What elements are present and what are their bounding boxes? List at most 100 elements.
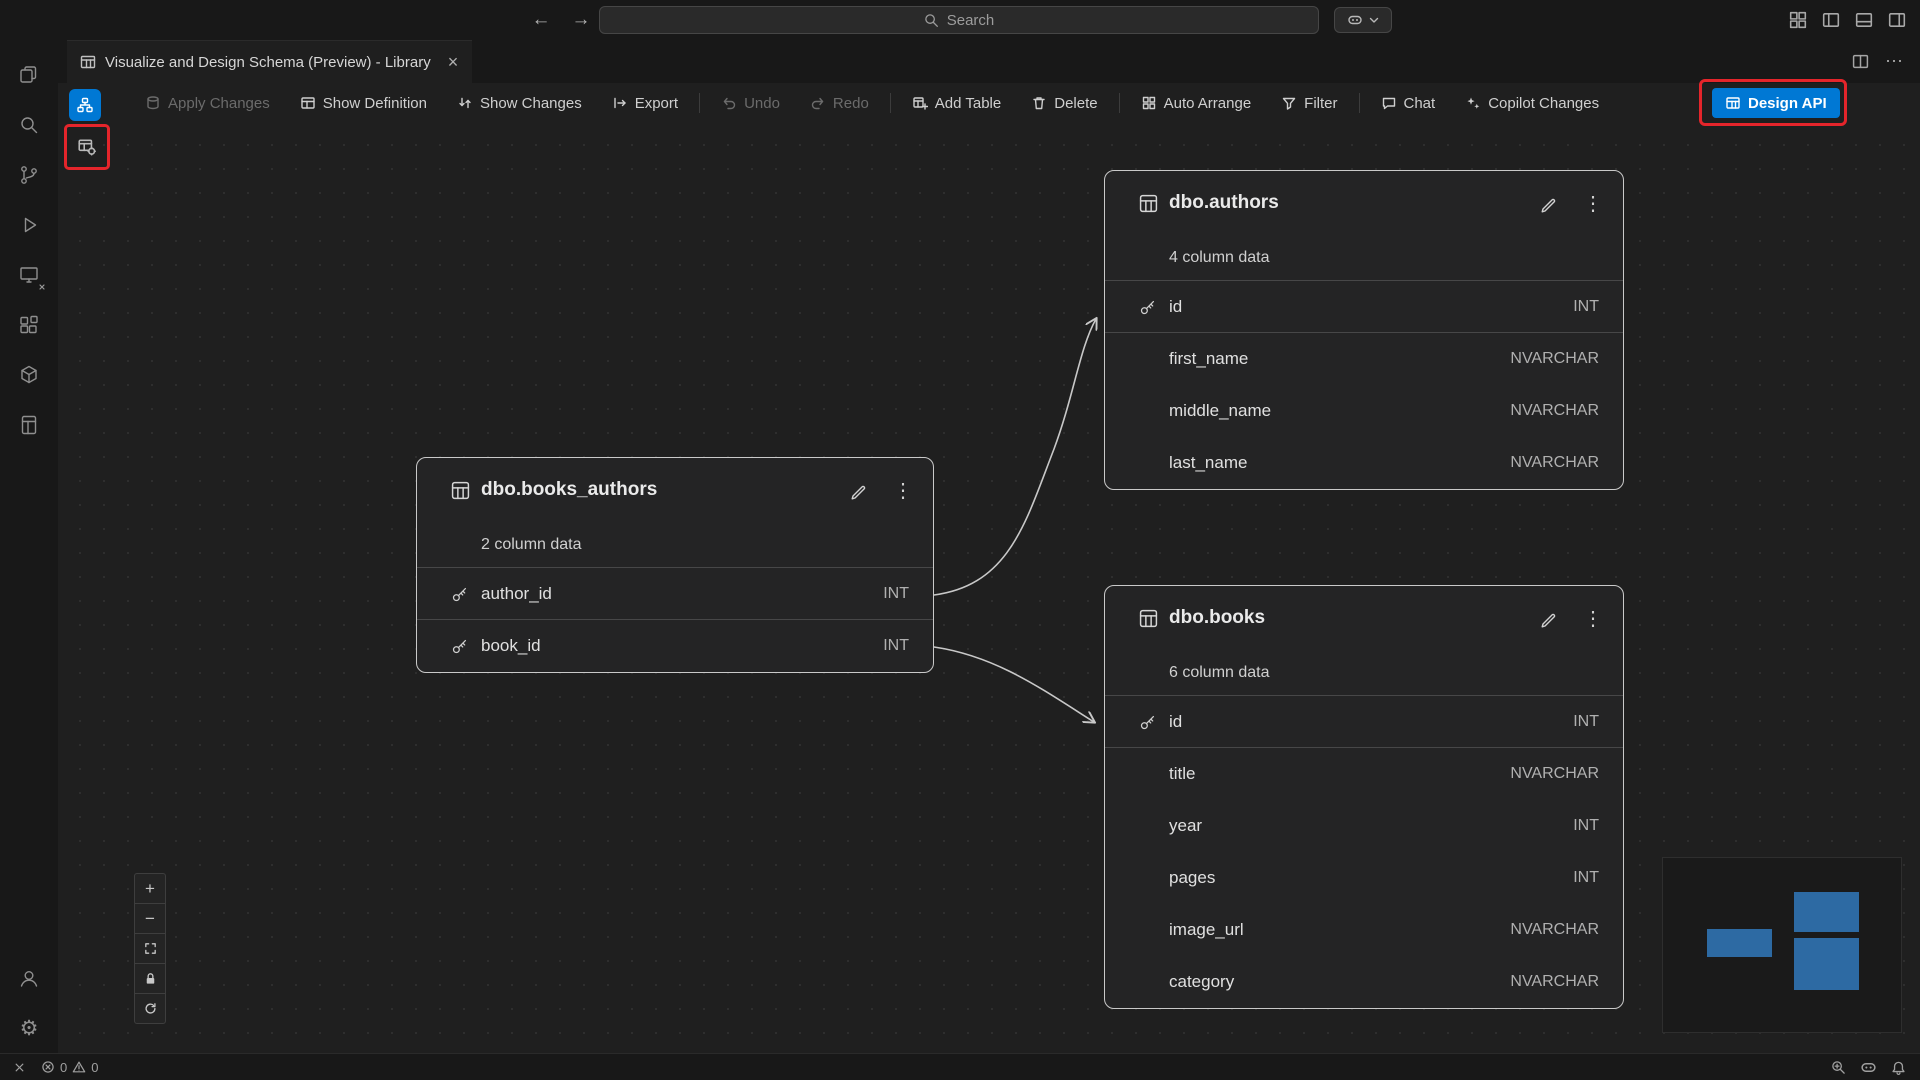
table-designer-icon[interactable] — [5, 400, 53, 450]
delete-icon — [1031, 95, 1047, 111]
fit-view-button[interactable] — [134, 933, 166, 964]
column-name: author_id — [481, 584, 552, 604]
customize-layout-icon[interactable] — [1789, 11, 1807, 29]
chevron-down-icon — [1369, 17, 1379, 24]
tab-label: Visualize and Design Schema (Preview) - … — [105, 54, 431, 71]
search-placeholder: Search — [947, 12, 995, 29]
database-projects-icon[interactable] — [5, 350, 53, 400]
zoom-out-button[interactable]: − — [134, 903, 166, 934]
table-card-header[interactable]: dbo.books_authors ⋮ — [417, 458, 933, 522]
chat-icon — [1381, 95, 1397, 111]
more-actions-icon[interactable]: ⋯ — [1885, 51, 1904, 72]
filter-label: Filter — [1304, 95, 1337, 112]
chat-button[interactable]: Chat — [1372, 90, 1445, 117]
notifications-bell-icon[interactable] — [1891, 1060, 1906, 1075]
table-row[interactable]: category NVARCHAR — [1105, 956, 1623, 1008]
column-name: year — [1169, 816, 1202, 836]
search-sidebar-icon[interactable] — [5, 100, 53, 150]
explorer-icon[interactable] — [5, 50, 53, 100]
undo-button[interactable]: Undo — [712, 90, 789, 117]
column-name: pages — [1169, 868, 1215, 888]
table-row[interactable]: middle_name NVARCHAR — [1105, 385, 1623, 437]
table-card-authors[interactable]: dbo.authors ⋮ 4 column data id INT first… — [1104, 170, 1624, 490]
account-icon[interactable] — [5, 953, 53, 1003]
redo-button[interactable]: Redo — [801, 90, 878, 117]
schema-canvas[interactable]: dbo.books_authors ⋮ 2 column data author… — [58, 123, 1920, 1053]
search-icon — [924, 13, 939, 28]
edit-table-icon[interactable] — [849, 480, 869, 500]
warnings-icon — [72, 1060, 86, 1074]
show-changes-button[interactable]: Show Changes — [448, 90, 591, 117]
status-bar: 0 0 — [0, 1053, 1920, 1080]
table-card-books-authors[interactable]: dbo.books_authors ⋮ 2 column data author… — [416, 457, 934, 673]
source-control-icon[interactable] — [5, 150, 53, 200]
edit-table-icon[interactable] — [1539, 193, 1559, 213]
add-table-button[interactable]: Add Table — [903, 90, 1010, 117]
zoom-status-icon[interactable] — [1831, 1060, 1846, 1075]
column-name: book_id — [481, 636, 541, 656]
refresh-layout-button[interactable] — [134, 993, 166, 1024]
table-row[interactable]: book_id INT — [417, 620, 933, 672]
table-row[interactable]: pages INT — [1105, 852, 1623, 904]
copilot-status-icon[interactable] — [1860, 1059, 1877, 1076]
add-table-icon — [912, 95, 928, 111]
export-button[interactable]: Export — [603, 90, 687, 117]
table-row[interactable]: year INT — [1105, 800, 1623, 852]
tab-schema-designer[interactable]: Visualize and Design Schema (Preview) - … — [67, 40, 472, 83]
toggle-panel-icon[interactable] — [1855, 11, 1873, 29]
warnings-count: 0 — [91, 1060, 98, 1075]
redo-icon — [810, 95, 826, 111]
settings-gear-icon[interactable]: ⚙ — [5, 1003, 53, 1053]
tab-close-icon[interactable]: × — [448, 52, 459, 73]
run-debug-icon[interactable] — [5, 200, 53, 250]
table-row[interactable]: id INT — [1105, 281, 1623, 333]
table-menu-icon[interactable]: ⋮ — [1583, 191, 1603, 216]
filter-button[interactable]: Filter — [1272, 90, 1346, 117]
tutorial-highlight-rail — [64, 124, 110, 170]
table-menu-icon[interactable]: ⋮ — [1583, 606, 1603, 631]
copilot-menu-button[interactable] — [1334, 7, 1392, 33]
table-card-books[interactable]: dbo.books ⋮ 6 column data id INT title N… — [1104, 585, 1624, 1009]
primary-key-icon — [1105, 298, 1169, 316]
table-row[interactable]: id INT — [1105, 696, 1623, 748]
table-row[interactable]: last_name NVARCHAR — [1105, 437, 1623, 489]
table-row[interactable]: title NVARCHAR — [1105, 748, 1623, 800]
column-type: NVARCHAR — [1510, 921, 1623, 939]
schema-tab-icon — [80, 54, 96, 70]
column-name: id — [1169, 712, 1182, 732]
column-type: NVARCHAR — [1510, 454, 1623, 472]
table-grid-icon — [1105, 194, 1169, 213]
column-name: first_name — [1169, 349, 1248, 369]
split-editor-icon[interactable] — [1852, 53, 1869, 70]
primary-key-icon — [1105, 713, 1169, 731]
remote-indicator-icon[interactable] — [12, 1060, 27, 1075]
zoom-in-button[interactable]: + — [134, 873, 166, 904]
column-name: title — [1169, 764, 1195, 784]
search-box[interactable]: Search — [599, 6, 1319, 34]
edit-table-icon[interactable] — [1539, 608, 1559, 628]
apply-changes-button[interactable]: Apply Changes — [136, 90, 279, 117]
table-row[interactable]: first_name NVARCHAR — [1105, 333, 1623, 385]
toggle-secondary-sidebar-icon[interactable] — [1888, 11, 1906, 29]
back-button[interactable]: ← — [528, 9, 554, 31]
copilot-changes-icon — [1465, 95, 1481, 111]
copilot-changes-button[interactable]: Copilot Changes — [1456, 90, 1608, 117]
remote-explorer-icon[interactable] — [5, 250, 53, 300]
delete-button[interactable]: Delete — [1022, 90, 1106, 117]
table-card-header[interactable]: dbo.books ⋮ — [1105, 586, 1623, 650]
primary-key-icon — [417, 637, 481, 655]
lock-button[interactable] — [134, 963, 166, 994]
table-menu-icon[interactable]: ⋮ — [893, 478, 913, 503]
table-card-header[interactable]: dbo.authors ⋮ — [1105, 171, 1623, 235]
minimap[interactable] — [1662, 857, 1902, 1033]
problems-indicator[interactable]: 0 0 — [41, 1060, 98, 1075]
show-definition-button[interactable]: Show Definition — [291, 90, 436, 117]
schema-visualize-rail-button[interactable] — [69, 89, 101, 121]
forward-button[interactable]: → — [568, 9, 594, 31]
canvas-zoom-controls: + − — [134, 873, 166, 1024]
auto-arrange-button[interactable]: Auto Arrange — [1132, 90, 1261, 117]
extensions-icon[interactable] — [5, 300, 53, 350]
toggle-sidebar-icon[interactable] — [1822, 11, 1840, 29]
table-row[interactable]: author_id INT — [417, 568, 933, 620]
table-row[interactable]: image_url NVARCHAR — [1105, 904, 1623, 956]
